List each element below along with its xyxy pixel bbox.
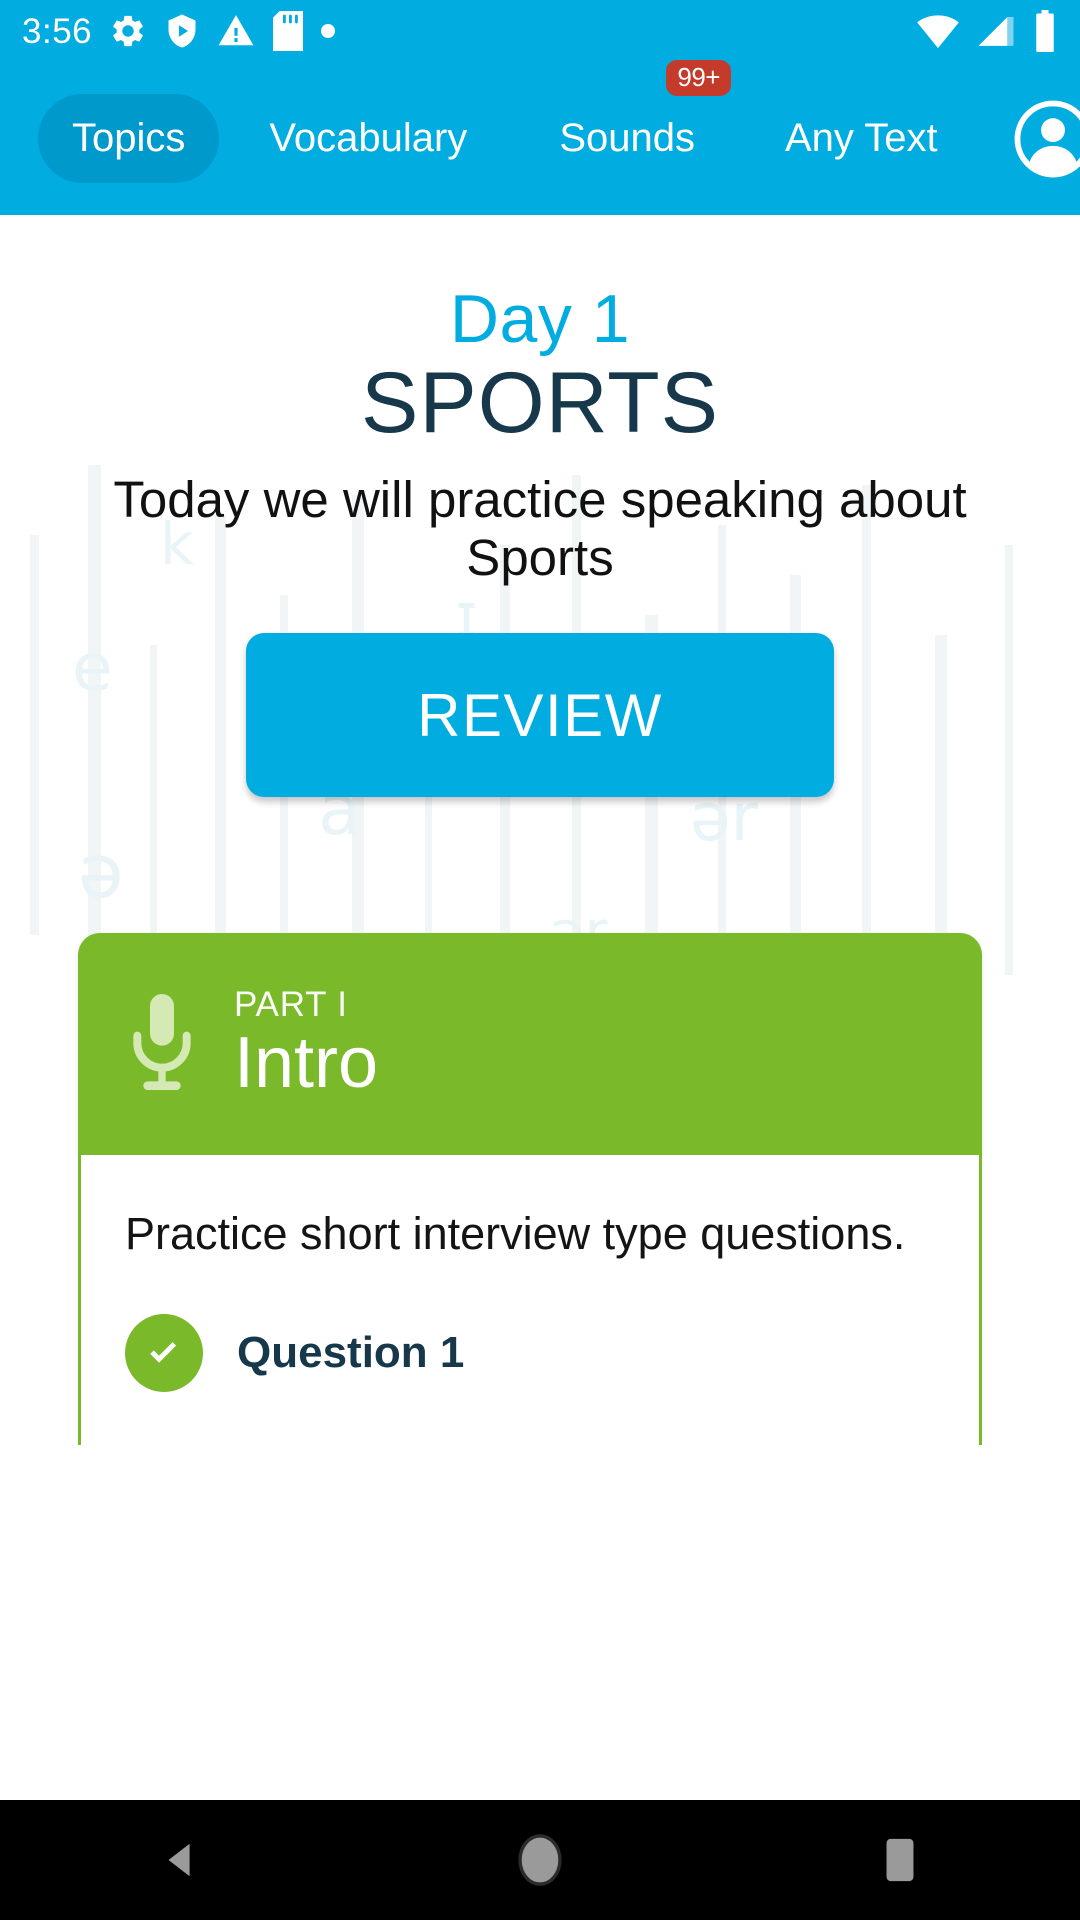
check-circle-icon [125, 1313, 203, 1392]
gear-icon [113, 15, 143, 47]
nav-tab-sounds-label: Sounds [559, 116, 695, 160]
status-bar: 3:56 [0, 0, 1080, 62]
part-card-texts: PART I Intro [234, 984, 379, 1104]
android-system-nav [0, 1800, 1080, 1920]
status-bar-left: 3:56 [22, 11, 336, 51]
recents-square-icon [886, 1838, 914, 1882]
wifi-icon [917, 15, 959, 49]
nav-tab-vocabulary[interactable]: Vocabulary [235, 94, 501, 183]
dot-icon [321, 24, 336, 38]
part-card[interactable]: PART I Intro Practice short interview ty… [78, 933, 982, 1445]
nav-tab-sounds[interactable]: Sounds 99+ [525, 60, 731, 183]
status-bar-right [916, 10, 1058, 52]
home-button[interactable] [450, 1800, 630, 1920]
topic-title: SPORTS [360, 355, 720, 451]
back-button[interactable] [90, 1800, 270, 1920]
home-circle-icon [518, 1834, 562, 1886]
question-label: Question 1 [237, 1327, 465, 1377]
review-button-container: REVIEW [0, 633, 1080, 798]
account-circle-icon[interactable] [1012, 98, 1080, 180]
nav-tab-any-text-label: Any Text [784, 116, 938, 160]
part-description: Practice short interview type questions. [125, 1208, 906, 1259]
question-row[interactable]: Question 1 [125, 1313, 935, 1392]
nav-tab-topics[interactable]: Topics [38, 94, 220, 183]
part-card-header: PART I Intro [78, 933, 982, 1155]
sounds-unread-badge: 99+ [666, 60, 731, 96]
back-triangle-icon [168, 1843, 190, 1877]
part-kicker: PART I [234, 984, 348, 1024]
play-protect-shield-icon [168, 14, 196, 48]
nav-tabs: Topics Vocabulary Sounds 99+ Any Text [0, 60, 1080, 215]
lesson-content: Day 1 SPORTS Today we will practice spea… [0, 215, 1080, 1445]
status-time: 3:56 [22, 11, 93, 51]
top-nav-bar: Topics Vocabulary Sounds 99+ Any Text [0, 60, 1080, 215]
lesson-subtitle: Today we will practice speaking about Sp… [113, 471, 967, 587]
sd-card-icon [273, 11, 304, 51]
part-card-body: Practice short interview type questions.… [78, 1155, 982, 1445]
review-button[interactable]: REVIEW [246, 633, 834, 798]
nav-tab-any-text[interactable]: Any Text [751, 94, 972, 183]
warning-triangle-icon [218, 15, 254, 46]
microphone-icon [133, 994, 191, 1090]
recents-button[interactable] [810, 1800, 990, 1920]
nav-tab-vocabulary-label: Vocabulary [269, 116, 468, 160]
part-title: Intro [234, 1023, 379, 1104]
watermark-glyph: ə [78, 829, 124, 915]
day-label: Day 1 [449, 281, 631, 357]
nav-tab-topics-label: Topics [72, 116, 186, 160]
cell-signal-icon [978, 17, 1014, 46]
battery-icon [1036, 10, 1054, 52]
